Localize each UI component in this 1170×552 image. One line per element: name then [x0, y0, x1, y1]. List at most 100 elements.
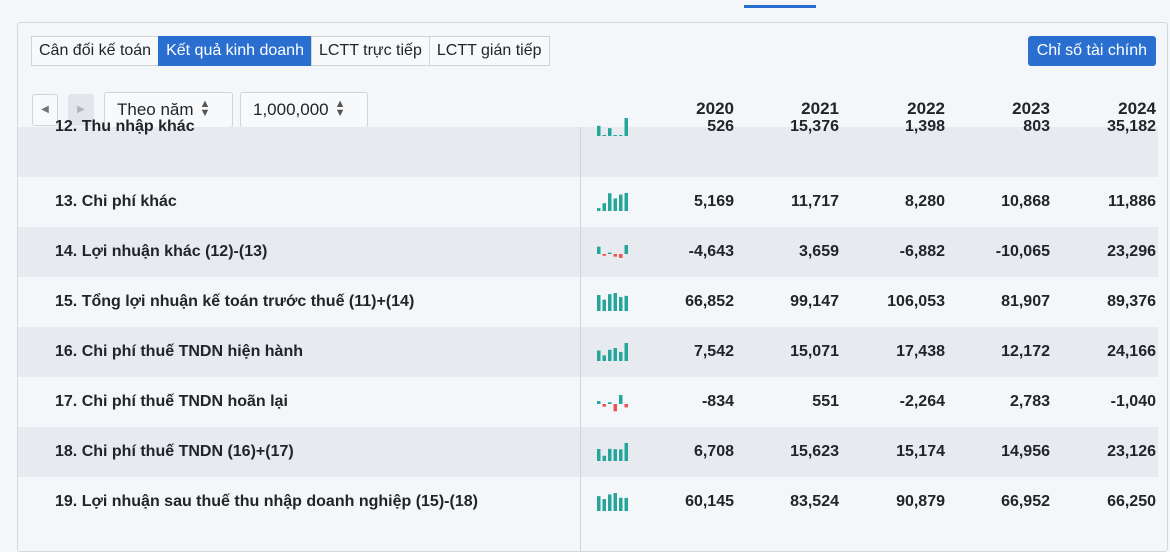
tab-direct-cash-flow[interactable]: LCTT trực tiếp	[310, 36, 430, 66]
sparkline-bar	[619, 497, 623, 511]
row-value: 2,783	[1009, 393, 1050, 410]
financial-statement-panel: Cân đối kế toán Kết quả kinh doanh LCTT …	[17, 22, 1168, 552]
sparkline-chart	[597, 443, 628, 461]
sparkline-bar	[624, 193, 628, 211]
sparkline-bar	[619, 135, 623, 136]
sparkline-bar	[613, 493, 617, 511]
row-label: 13. Chi phí khác	[55, 193, 177, 210]
sparkline-bar	[624, 443, 628, 461]
row-value: -834	[701, 393, 734, 410]
row-value: 24,166	[1107, 343, 1156, 360]
sparkline-bar	[608, 349, 612, 361]
row-value: 1,398	[904, 118, 945, 135]
sparkline-bar	[597, 350, 601, 361]
sparkline-bar	[608, 193, 612, 211]
row-value: -4,643	[688, 243, 734, 260]
row-value: 99,147	[790, 293, 839, 310]
row-label: 19. Lợi nhuận sau thuế thu nhập doanh ng…	[55, 493, 478, 510]
sparkline-bar	[619, 351, 623, 361]
row-label: 18. Chi phí thuế TNDN (16)+(17)	[55, 443, 294, 460]
row-value: 526	[707, 118, 734, 135]
unit-select-value: 1,000,000	[253, 100, 329, 119]
row-value: 5,169	[693, 193, 734, 210]
sparkline-chart	[597, 193, 628, 211]
table-row[interactable]: 18. Chi phí thuế TNDN (16)+(17) 6,708 15,6…	[18, 427, 1158, 477]
row-value: -1,040	[1110, 393, 1156, 410]
sparkline-bar	[613, 198, 617, 211]
tab-income-statement[interactable]: Kết quả kinh doanh	[158, 36, 312, 66]
sparkline-bar	[608, 294, 612, 311]
row-value: 14,956	[1001, 443, 1050, 460]
financial-ratios-button[interactable]: Chỉ số tài chính	[1027, 36, 1156, 66]
sparkline-bar	[608, 494, 612, 511]
active-tab-indicator	[744, 5, 816, 8]
sparkline-bar	[619, 194, 623, 211]
table-row[interactable]: 14. Lợi nhuận khác (12)-(13) -4,643 3,659 -…	[18, 227, 1158, 277]
tab-indirect-cash-flow[interactable]: LCTT gián tiếp	[428, 36, 550, 66]
sparkline-chart	[597, 493, 628, 511]
row-value: 6,708	[693, 443, 734, 460]
tab-balance-sheet[interactable]: Cân đối kế toán	[31, 36, 160, 66]
sparkline-bar	[613, 348, 617, 361]
income-statement-table: 12. Thu nhập khác 526 15,376 1,398 803 35,182…	[18, 118, 1158, 527]
row-value: 89,376	[1107, 293, 1156, 310]
row-value: 15,623	[790, 443, 839, 460]
sparkline-bar	[597, 295, 601, 311]
sparkline-chart	[597, 395, 628, 412]
row-value: 15,174	[896, 443, 945, 460]
sparkline-bar	[624, 118, 628, 136]
row-value: 23,296	[1107, 243, 1156, 260]
sparkline-bar	[597, 125, 601, 136]
row-value: 11,717	[790, 193, 839, 210]
sparkline-bar	[613, 254, 617, 257]
sparkline-bar	[613, 404, 617, 412]
table-row[interactable]: 19. Lợi nhuận sau thuế thu nhập doanh ng…	[18, 477, 1158, 527]
table-row[interactable]: 13. Chi phí khác 5,169 11,717 8,280 10,868 11…	[18, 177, 1158, 227]
sparkline-bar	[602, 355, 606, 361]
row-value: -10,065	[995, 243, 1050, 260]
sparkline-bar	[597, 246, 601, 254]
row-label: 12. Thu nhập khác	[55, 118, 195, 135]
sparkline-bar	[624, 245, 628, 254]
row-value: 90,879	[896, 493, 945, 510]
row-label: 17. Chi phí thuế TNDN hoãn lại	[55, 393, 288, 410]
unit-select[interactable]: 1,000,000 ▲ ▼	[240, 92, 368, 128]
row-value: 66,852	[685, 293, 734, 310]
sparkline-bar	[597, 401, 601, 404]
row-value: 803	[1023, 118, 1050, 135]
sparkline-bar	[608, 128, 612, 136]
row-value: -2,264	[899, 393, 945, 410]
row-value: 83,524	[790, 493, 839, 510]
sparkline-bar	[619, 395, 623, 404]
row-value: 11,886	[1107, 193, 1156, 210]
sparkline-bar	[602, 404, 606, 407]
table-row[interactable]: 17. Chi phí thuế TNDN hoãn lại -834 551 -2,…	[18, 377, 1158, 427]
row-value: 17,438	[896, 343, 945, 360]
sparkline-bar	[602, 499, 606, 511]
row-value: 15,376	[790, 118, 839, 135]
sparkline-bar	[624, 343, 628, 361]
sparkline-chart	[597, 118, 628, 136]
row-value: 551	[812, 393, 839, 410]
report-tabs: Cân đối kế toán Kết quả kinh doanh LCTT …	[31, 36, 550, 66]
sparkline-bar	[624, 295, 628, 311]
row-value: 12,172	[1001, 343, 1050, 360]
sparkline-chart	[597, 245, 628, 258]
sort-icon: ▲ ▼	[334, 97, 346, 119]
row-label: 16. Chi phí thuế TNDN hiện hành	[55, 343, 303, 360]
table-row[interactable]: 16. Chi phí thuế TNDN hiện hành 7,542 15,0…	[18, 327, 1158, 377]
row-value: 106,053	[887, 293, 945, 310]
table-row[interactable]: 15. Tổng lợi nhuận kế toán trước thuế (1…	[18, 277, 1158, 327]
row-value: 23,126	[1107, 443, 1156, 460]
sparkline-bar	[602, 455, 606, 461]
sparkline-bar	[602, 135, 606, 136]
sparkline-chart	[597, 343, 628, 361]
sparkline-bar	[613, 135, 617, 136]
row-value: 66,250	[1107, 493, 1156, 510]
row-value: 35,182	[1107, 118, 1156, 135]
sparkline-bar	[602, 254, 606, 256]
row-value: -6,882	[899, 243, 945, 260]
sparkline-bar	[619, 254, 623, 258]
table-row[interactable]: 12. Thu nhập khác 526 15,376 1,398 803 35,182	[18, 118, 1158, 177]
sparkline-bar	[624, 404, 628, 408]
